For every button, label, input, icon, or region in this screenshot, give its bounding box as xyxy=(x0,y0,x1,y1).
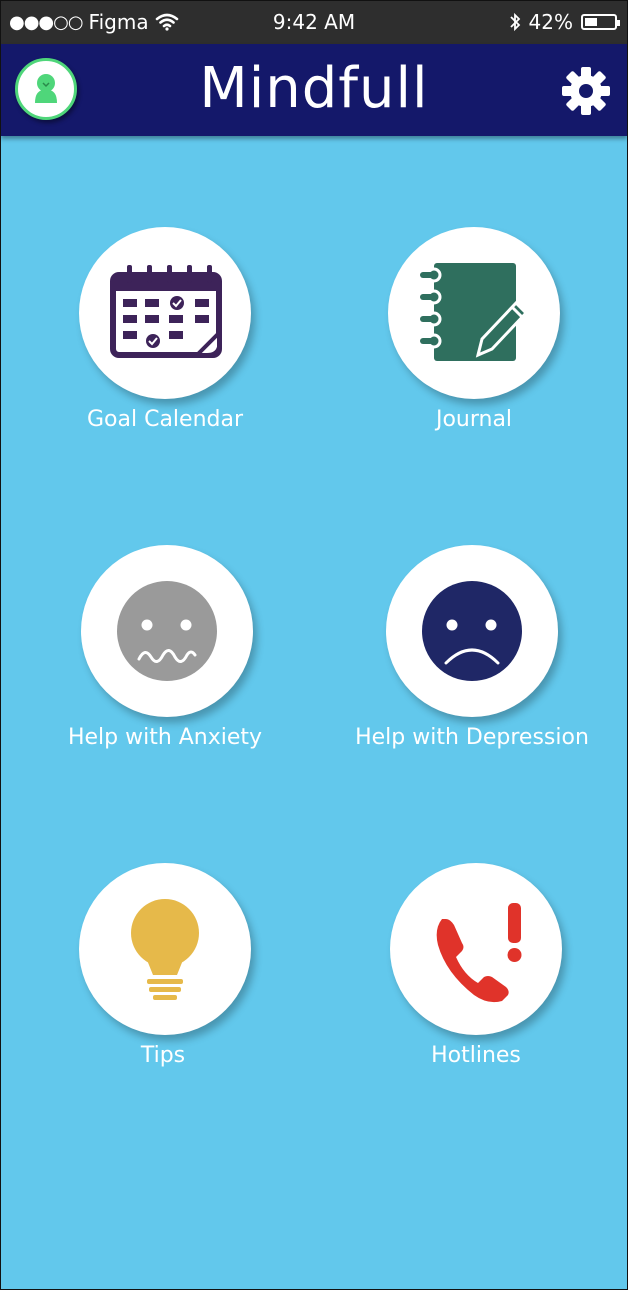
tips-button[interactable] xyxy=(79,863,251,1035)
anxious-face-icon xyxy=(117,581,217,681)
help-depression-button[interactable] xyxy=(386,545,558,717)
journal-label: Journal xyxy=(435,407,513,432)
gear-icon xyxy=(562,67,610,115)
bluetooth-icon xyxy=(509,12,520,32)
phone-alert-icon xyxy=(436,903,522,1003)
goal-calendar-label: Goal Calendar xyxy=(86,407,244,432)
help-anxiety-label: Help with Anxiety xyxy=(67,725,263,750)
hotlines-button[interactable] xyxy=(390,863,562,1035)
status-right: 42% xyxy=(509,10,620,34)
sad-face-icon xyxy=(422,581,522,681)
help-anxiety-button[interactable] xyxy=(81,545,253,717)
goal-calendar-button[interactable] xyxy=(79,227,251,399)
journal-icon xyxy=(420,263,529,361)
settings-button[interactable] xyxy=(559,64,613,118)
help-depression-label: Help with Depression xyxy=(355,725,589,750)
tips-label: Tips xyxy=(140,1043,186,1068)
hotlines-label: Hotlines xyxy=(431,1043,521,1068)
journal-button[interactable] xyxy=(388,227,560,399)
app-title: Mindfull xyxy=(199,56,429,121)
battery-icon xyxy=(581,14,620,30)
calendar-icon xyxy=(110,265,222,358)
status-bar: ●●●○○ Figma 9:42 AM 42% xyxy=(1,1,627,44)
battery-percent: 42% xyxy=(528,10,573,34)
app-header: Mindfull xyxy=(1,44,627,136)
lightbulb-icon xyxy=(131,899,199,1000)
app-screen: ●●●○○ Figma 9:42 AM 42% Mindfull Goal Ca… xyxy=(0,0,628,1290)
